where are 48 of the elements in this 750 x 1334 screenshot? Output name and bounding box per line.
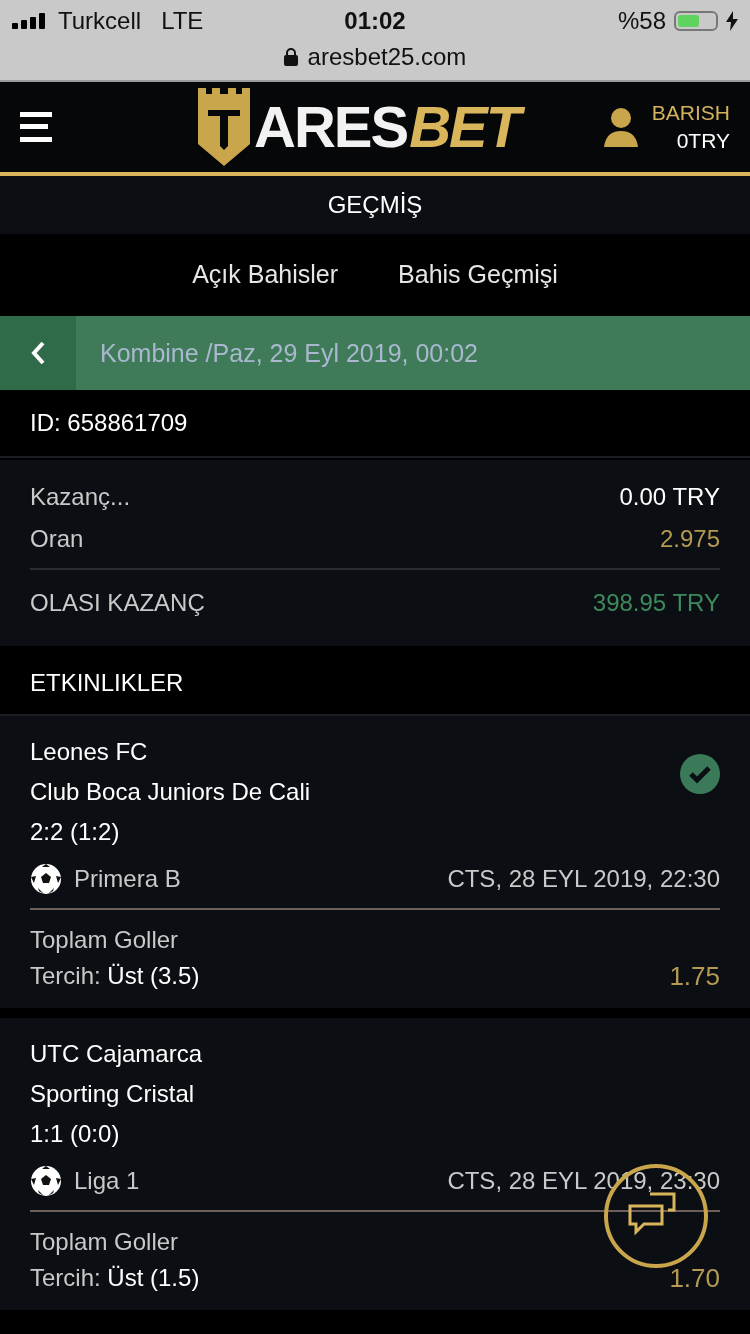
page-title: GEÇMİŞ: [327, 191, 423, 219]
menu-icon[interactable]: [20, 112, 52, 142]
summary-value: 0.00 TRY: [619, 483, 720, 511]
pick-label: Tercih:: [30, 1264, 101, 1291]
team-name: Club Boca Juniors De Cali: [30, 777, 312, 807]
lock-icon: [283, 48, 298, 66]
logo-text: ARES: [254, 93, 408, 161]
summary-value: 2.975: [659, 525, 720, 553]
bet-title: Kombine /Paz, 29 Eyl 2019, 00:02: [100, 338, 479, 368]
team-name: Leones FC: [30, 737, 149, 767]
soccer-ball-icon: [30, 1165, 62, 1197]
soccer-ball-icon: [30, 863, 62, 895]
section-title: ETKINLIKLER: [30, 669, 184, 697]
tab[interactable]: Bahis Geçmişi: [398, 252, 558, 300]
match-score: 1:1 (0:0): [30, 1119, 121, 1149]
clock-time: 01:02: [344, 7, 406, 35]
summary-label: Oran: [30, 525, 84, 553]
summary-label: OLASI KAZANÇ: [30, 589, 205, 617]
league-name: Primera B: [74, 865, 182, 893]
summary-label: Kazanç...: [30, 483, 131, 511]
odds-value: 1.70: [669, 1262, 720, 1295]
summary-value: 398.95 TRY: [592, 589, 720, 617]
odds-value: 1.75: [669, 960, 720, 993]
page-url[interactable]: aresbet25.com: [307, 43, 467, 71]
pick-value: Üst (3.5): [107, 962, 200, 989]
balance: 0TRY: [676, 129, 730, 153]
helmet-logo-icon: [198, 88, 250, 166]
bet-id: ID: 658861709: [30, 409, 188, 437]
battery-percent: %58: [617, 7, 666, 35]
chevron-left-icon: [31, 341, 45, 365]
signal-icon: [12, 13, 48, 29]
market-name: Toplam Goller: [30, 925, 180, 955]
battery-icon: [674, 11, 718, 31]
tab[interactable]: Açık Bahisler: [192, 252, 339, 300]
match-score: 2:2 (1:2): [30, 817, 121, 847]
market-name: Toplam Goller: [30, 1227, 180, 1257]
league-name: Liga 1: [74, 1167, 141, 1195]
team-name: Sporting Cristal: [30, 1079, 196, 1109]
match-date: CTS, 28 EYL 2019, 22:30: [447, 865, 720, 893]
team-name: UTC Cajamarca: [30, 1039, 204, 1069]
carrier-name: Turkcell: [58, 7, 142, 35]
network-type: LTE: [161, 7, 204, 35]
user-icon[interactable]: [603, 107, 638, 147]
username: BARISH: [651, 101, 730, 125]
logo-text-accent: BET: [407, 92, 528, 162]
pick-value: Üst (1.5): [107, 1264, 200, 1291]
pick-label: Tercih:: [30, 962, 101, 989]
charging-bolt-icon: [726, 11, 738, 31]
